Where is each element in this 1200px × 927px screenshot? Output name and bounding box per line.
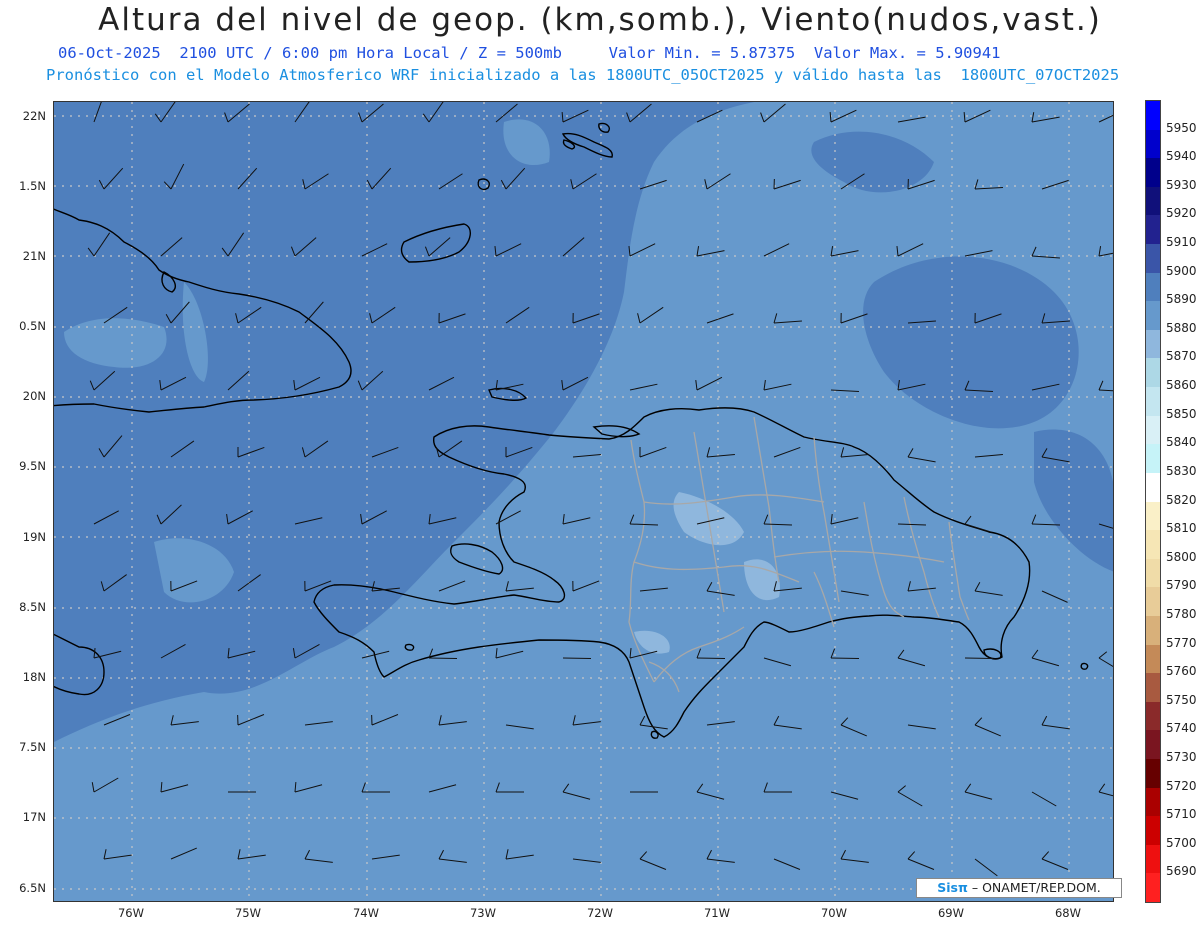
colorbar-swatch [1146,244,1160,274]
colorbar-level-label: 5890 [1166,292,1197,307]
lon-label-70w: 70W [820,906,848,920]
colorbar-level-label: 5920 [1166,206,1197,221]
colorbar-swatch [1146,387,1160,417]
colorbar-swatch [1146,158,1160,188]
colorbar-level-label: 5730 [1166,749,1197,764]
colorbar-level-label: 5800 [1166,549,1197,564]
lon-label-71w: 71W [703,906,731,920]
colorbar-swatch [1146,873,1160,903]
colorbar-level-label: 5950 [1166,120,1197,135]
colorbar-swatch [1146,472,1160,502]
sispi-logo: Sisπ [937,880,968,895]
colorbar-swatch [1146,787,1160,817]
colorbar-level-label: 5710 [1166,807,1197,822]
colorbar-swatch [1146,587,1160,617]
lat-label-19n: 19N [22,530,46,544]
colorbar-swatch [1146,358,1160,388]
colorbar-level-label: 5900 [1166,263,1197,278]
colorbar-swatch [1146,186,1160,216]
colorbar-level-label: 5880 [1166,320,1197,335]
lon-label-68w: 68W [1054,906,1082,920]
colorbar-swatch [1146,301,1160,331]
lat-label-21n: 21N [22,249,46,263]
lon-label-69w: 69W [937,906,965,920]
colorbar-swatch [1146,844,1160,874]
lon-label-74w: 74W [352,906,380,920]
colorbar-level-label: 5910 [1166,235,1197,250]
lat-label-21-5n: 1.5N [19,179,46,193]
colorbar-swatch [1146,101,1160,131]
colorbar-level-label: 5750 [1166,692,1197,707]
colorbar-level-label: 5780 [1166,606,1197,621]
colorbar-level-label: 5720 [1166,778,1197,793]
lat-label-22n: 22N [22,109,46,123]
colorbar-swatch [1146,329,1160,359]
colorbar-swatch [1146,730,1160,760]
colorbar-level-label: 5760 [1166,664,1197,679]
lon-label-76w: 76W [117,906,145,920]
colorbar-swatch [1146,701,1160,731]
colorbar-level-label: 5820 [1166,492,1197,507]
colorbar-swatch [1146,501,1160,531]
colorbar-swatch [1146,644,1160,674]
colorbar-level-label: 5860 [1166,378,1197,393]
lat-label-20-5n: 0.5N [19,319,46,333]
lat-label-19-5n: 9.5N [19,459,46,473]
lat-label-18n: 18N [22,670,46,684]
colorbar-level-label: 5690 [1166,864,1197,879]
lat-label-20n: 20N [22,389,46,403]
colorbar-level-label: 5930 [1166,177,1197,192]
colorbar-level-label: 5740 [1166,721,1197,736]
lat-label-17-5n: 7.5N [19,740,46,754]
colorbar-swatch [1146,444,1160,474]
colorbar-swatch [1146,816,1160,846]
colorbar-level-label: 5700 [1166,835,1197,850]
lat-label-17n: 17N [22,810,46,824]
lon-label-75w: 75W [234,906,262,920]
colorbar-level-label: 5850 [1166,406,1197,421]
colorbar-level-label: 5870 [1166,349,1197,364]
colorbar-swatch [1146,272,1160,302]
map-title: Altura del nivel de geop. (km,somb.), Vi… [98,2,1102,38]
colorbar-level-label: 5810 [1166,521,1197,536]
colorbar-level-label: 5770 [1166,635,1197,650]
credit-org: – ONAMET/REP.DOM. [971,880,1101,895]
colorbar-swatch [1146,558,1160,588]
colorbar-swatch [1146,758,1160,789]
colorbar-swatch [1146,615,1160,646]
forecast-map [53,101,1114,902]
colorbar-swatch [1146,530,1160,560]
colorbar-level-label: 5830 [1166,463,1197,478]
lon-label-73w: 73W [469,906,497,920]
lat-label-16-5n: 6.5N [19,881,46,895]
colorbar-swatch [1146,129,1160,159]
lon-label-72w: 72W [586,906,614,920]
credit-box: Sisπ – ONAMET/REP.DOM. [916,878,1122,898]
colorbar-swatch [1146,673,1160,703]
colorbar-swatch [1146,215,1160,245]
colorbar [1145,100,1161,903]
lat-label-18-5n: 8.5N [19,600,46,614]
model-run-subtitle: Pronóstico con el Modelo Atmosferico WRF… [46,66,1120,84]
colorbar-level-label: 5840 [1166,435,1197,450]
valid-time-subtitle: 06-Oct-2025 2100 UTC / 6:00 pm Hora Loca… [58,44,1001,62]
colorbar-level-label: 5940 [1166,149,1197,164]
colorbar-level-label: 5790 [1166,578,1197,593]
colorbar-swatch [1146,415,1160,445]
